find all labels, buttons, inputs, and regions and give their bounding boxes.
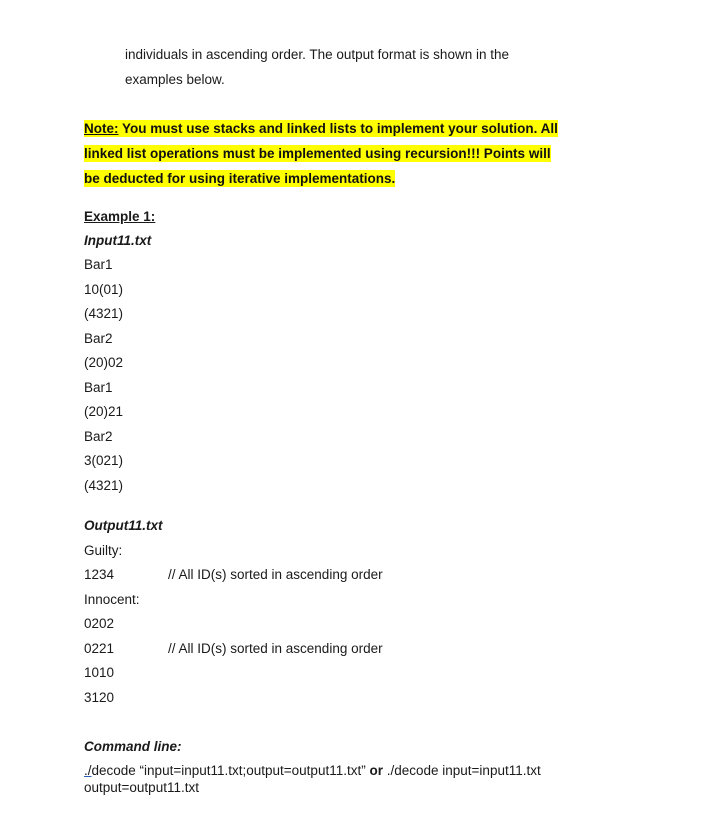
input-file-name: Input11.txt [84, 233, 152, 248]
note-line-1: Note: You must use stacks and linked lis… [84, 120, 558, 138]
intro-line-2: examples below. [125, 72, 225, 87]
innocent-id: 3120 [84, 690, 115, 705]
innocent-row: 0221 // All ID(s) sorted in ascending or… [84, 640, 484, 658]
command-link[interactable]: ./ [84, 763, 92, 778]
input-line: Bar1 [84, 380, 113, 395]
innocent-id: 0221 [84, 641, 115, 656]
command-line-1: ./decode “input=input11.txt;output=outpu… [84, 762, 541, 780]
output-file-name: Output11.txt [84, 518, 163, 533]
note-text-3: be deducted for using iterative implemen… [84, 170, 396, 187]
note-label: Note: [84, 121, 119, 136]
note-line-3: be deducted for using iterative implemen… [84, 170, 396, 188]
command-text-1: decode “input=input11.txt;output=output1… [91, 763, 366, 778]
innocent-id: 1010 [84, 665, 115, 680]
guilty-id: 1234 [84, 567, 115, 582]
example-title: Example 1: [84, 209, 156, 224]
input-line: 10(01) [84, 282, 124, 297]
command-or: or [365, 763, 387, 778]
input-line: 3(021) [84, 453, 124, 468]
innocent-comment: // All ID(s) sorted in ascending order [168, 641, 383, 656]
guilty-label: Guilty: [84, 543, 123, 558]
guilty-comment: // All ID(s) sorted in ascending order [168, 567, 383, 582]
intro-line-1: individuals in ascending order. The outp… [125, 47, 509, 62]
input-line: Bar1 [84, 257, 113, 272]
note-text-1: You must use stacks and linked lists to … [118, 121, 558, 136]
command-title: Command line: [84, 739, 182, 754]
note-text-2: linked list operations must be implement… [84, 145, 551, 162]
guilty-row: 1234 // All ID(s) sorted in ascending or… [84, 566, 484, 584]
innocent-label: Innocent: [84, 592, 140, 607]
input-line: (4321) [84, 306, 124, 321]
input-line: Bar2 [84, 429, 113, 444]
command-line-2: output=output11.txt [84, 780, 199, 795]
command-text-2: ./decode input=input11.txt [386, 763, 541, 778]
note-line-2: linked list operations must be implement… [84, 145, 551, 163]
input-line: (4321) [84, 478, 124, 493]
input-line: (20)21 [84, 404, 124, 419]
input-line: (20)02 [84, 355, 124, 370]
innocent-id: 0202 [84, 616, 115, 631]
input-line: Bar2 [84, 331, 113, 346]
